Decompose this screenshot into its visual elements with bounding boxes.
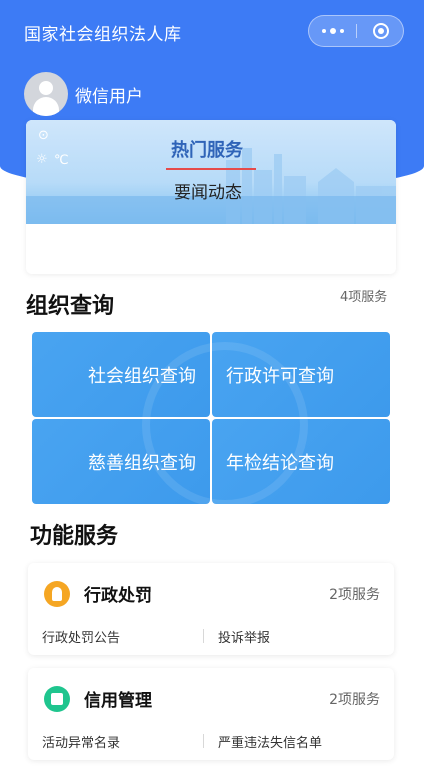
- sun-icon: ☼: [36, 152, 48, 167]
- avatar-head: [39, 81, 53, 95]
- avatar-body: [33, 97, 59, 116]
- miniprogram-capsule: [308, 15, 404, 47]
- tile-charity-org-query[interactable]: 慈善组织查询: [32, 419, 210, 504]
- link-divider: [203, 734, 204, 748]
- close-miniprogram-icon[interactable]: [373, 23, 389, 39]
- service-card-admin-penalty[interactable]: 行政处罚 2项服务 行政处罚公告 投诉举报: [28, 563, 394, 655]
- tab-news[interactable]: 要闻动态: [174, 178, 242, 203]
- tile-annual-inspection-query[interactable]: 年检结论查询: [212, 419, 390, 504]
- service-card-credit-management[interactable]: 信用管理 2项服务 活动异常名录 严重违法失信名单: [28, 668, 394, 760]
- avatar[interactable]: [24, 72, 68, 116]
- service-name: 行政处罚: [84, 586, 152, 606]
- link-abnormal-activity-list[interactable]: 活动异常名录: [42, 732, 120, 751]
- banner-image: ⊙ ☼ ℃ 热门服务 要闻动态: [26, 120, 396, 224]
- org-query-grid: 社会组织查询 行政许可查询 慈善组织查询 年检结论查询: [32, 332, 392, 508]
- link-complaint-report[interactable]: 投诉举报: [218, 627, 270, 646]
- tile-label: 社会组织查询: [88, 365, 196, 387]
- tile-label: 年检结论查询: [226, 452, 334, 474]
- link-penalty-announcement[interactable]: 行政处罚公告: [42, 627, 120, 646]
- tile-social-org-query[interactable]: 社会组织查询: [32, 332, 210, 417]
- wallet-icon: [44, 686, 70, 712]
- app-title: 国家社会组织法人库: [24, 25, 182, 45]
- link-divider: [203, 629, 204, 643]
- capsule-divider: [356, 24, 357, 38]
- service-count: 2项服务: [329, 692, 380, 708]
- org-query-count: 4项服务: [340, 290, 388, 305]
- section-title-org-query: 组织查询: [26, 294, 115, 319]
- service-count: 2项服务: [329, 587, 380, 603]
- active-tab-indicator: [166, 168, 256, 170]
- tile-label: 行政许可查询: [226, 365, 334, 387]
- service-name: 信用管理: [84, 691, 152, 711]
- link-serious-dishonesty-list[interactable]: 严重违法失信名单: [218, 732, 322, 751]
- banner-card: ⊙ ☼ ℃ 热门服务 要闻动态: [26, 120, 396, 274]
- section-title-functions: 功能服务: [30, 524, 119, 549]
- user-name[interactable]: 微信用户: [75, 82, 143, 107]
- tile-admin-permit-query[interactable]: 行政许可查询: [212, 332, 390, 417]
- tab-hot-services[interactable]: 热门服务: [171, 136, 243, 162]
- tile-label: 慈善组织查询: [88, 452, 196, 474]
- temperature-unit: ℃: [54, 153, 69, 168]
- location-icon: ⊙: [38, 128, 49, 143]
- stamp-icon: [44, 581, 70, 607]
- more-menu-button[interactable]: [309, 16, 357, 46]
